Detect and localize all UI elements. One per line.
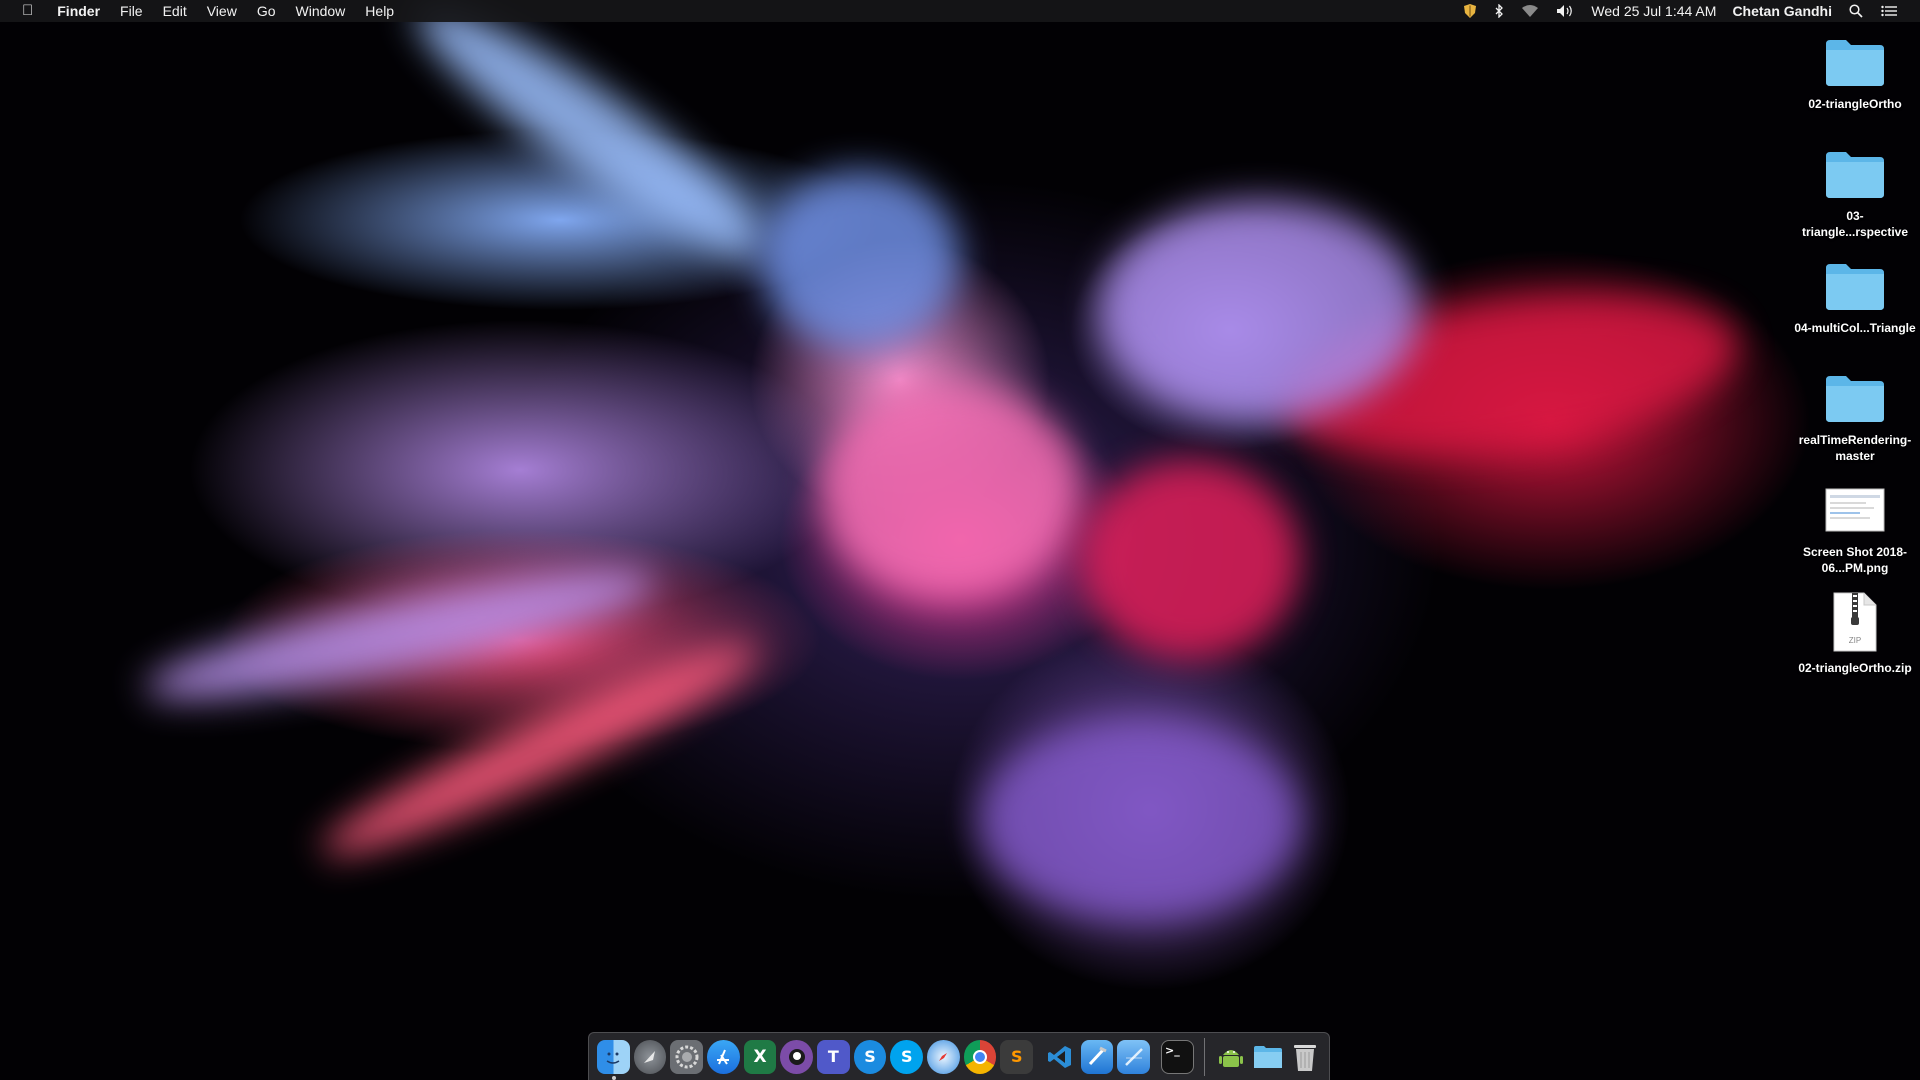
- excel-icon[interactable]: X: [743, 1039, 777, 1074]
- sublime-text-icon[interactable]: S: [1000, 1039, 1034, 1074]
- folder-icon: [1823, 258, 1887, 314]
- volume-icon[interactable]: [1547, 0, 1583, 22]
- folder-icon: [1823, 34, 1887, 90]
- safari-icon[interactable]: [927, 1039, 960, 1074]
- trash-icon[interactable]: [1288, 1040, 1321, 1074]
- desktop-icon-folder[interactable]: realTimeRendering-master: [1790, 370, 1920, 464]
- skype-for-business-icon[interactable]: S: [890, 1039, 924, 1074]
- xcode-icon[interactable]: [1080, 1039, 1114, 1074]
- dock-gap: [1038, 1038, 1039, 1076]
- menu-app-name[interactable]: Finder: [47, 0, 110, 22]
- list-icon[interactable]: [1872, 0, 1906, 22]
- wifi-icon[interactable]: [1513, 0, 1547, 22]
- zip-badge: ZIP: [1848, 636, 1862, 645]
- shield-icon[interactable]: [1455, 0, 1485, 22]
- menu-bar:  Finder File Edit View Go Window Help W…: [0, 0, 1920, 22]
- folder-icon: [1823, 370, 1887, 426]
- wallpaper-plume: [980, 720, 1300, 920]
- dock: X T S S S >_: [588, 1032, 1330, 1080]
- wallpaper-plume: [760, 170, 960, 350]
- desktop-icon-label: realTimeRendering-master: [1798, 433, 1912, 463]
- system-preferences-icon[interactable]: [670, 1039, 704, 1074]
- apple-menu-icon[interactable]: : [0, 0, 47, 22]
- wallpaper-plume: [1100, 200, 1420, 420]
- android-studio-icon[interactable]: [1215, 1040, 1248, 1074]
- desktop-icon-zip[interactable]: ZIP 02-triangleOrtho.zip: [1790, 590, 1920, 676]
- skype-icon[interactable]: S: [853, 1039, 887, 1074]
- wallpaper-plume: [1080, 460, 1300, 660]
- finder-icon[interactable]: [597, 1039, 630, 1080]
- dock-gap: [1155, 1038, 1156, 1076]
- image-thumbnail-icon: [1823, 482, 1887, 538]
- desktop-icon-label: 02-triangleOrtho: [1808, 97, 1902, 111]
- desktop-icon-label: 03-triangle...rspective: [1801, 209, 1909, 239]
- bluetooth-icon[interactable]: [1485, 0, 1513, 22]
- search-icon[interactable]: [1840, 0, 1872, 22]
- app-store-icon[interactable]: [707, 1039, 740, 1074]
- instruments-icon[interactable]: [1117, 1039, 1151, 1074]
- desktop-icon-label: Screen Shot 2018-06...PM.png: [1802, 545, 1908, 575]
- desktop-icon-label: 02-triangleOrtho.zip: [1798, 661, 1912, 675]
- desktop-icon-folder[interactable]: 03-triangle...rspective: [1790, 146, 1920, 240]
- zip-file-icon: ZIP: [1823, 590, 1887, 654]
- clock[interactable]: Wed 25 Jul 1:44 AM: [1583, 0, 1724, 22]
- desktop:  Finder File Edit View Go Window Help W…: [0, 0, 1920, 1080]
- wallpaper-plume: [395, 0, 785, 284]
- chrome-icon[interactable]: [963, 1039, 997, 1074]
- menu-view[interactable]: View: [197, 0, 247, 22]
- dock-separator: [1204, 1037, 1205, 1076]
- vscode-icon[interactable]: [1044, 1040, 1077, 1074]
- desktop-icon-label: 04-multiCol...Triangle: [1794, 321, 1916, 335]
- menu-edit[interactable]: Edit: [153, 0, 197, 22]
- launchpad-icon[interactable]: [633, 1039, 667, 1074]
- desktop-icon-folder[interactable]: 04-multiCol...Triangle: [1790, 258, 1920, 336]
- folder-icon: [1823, 146, 1887, 202]
- downloads-folder-icon[interactable]: [1252, 1040, 1285, 1074]
- wallpaper-plume: [820, 380, 1080, 600]
- teams-icon[interactable]: T: [817, 1039, 850, 1074]
- menu-help[interactable]: Help: [355, 0, 404, 22]
- desktop-icon-folder[interactable]: 02-triangleOrtho: [1790, 34, 1920, 112]
- desktop-icon-image[interactable]: Screen Shot 2018-06...PM.png: [1790, 482, 1920, 576]
- terminal-icon[interactable]: >_: [1161, 1039, 1194, 1074]
- menu-go[interactable]: Go: [247, 0, 286, 22]
- menu-file[interactable]: File: [110, 0, 153, 22]
- running-indicator: [612, 1075, 616, 1080]
- menu-window[interactable]: Window: [286, 0, 356, 22]
- user-name[interactable]: Chetan Gandhi: [1724, 0, 1840, 22]
- github-desktop-icon[interactable]: [780, 1039, 814, 1074]
